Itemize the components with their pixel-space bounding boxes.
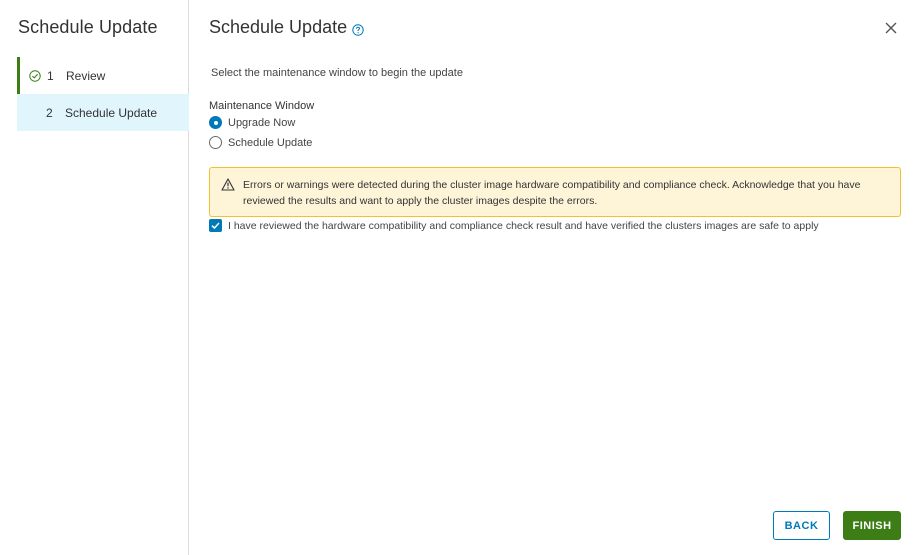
step-label: Review [66,68,106,83]
schedule-update-wizard: Schedule Update 1 Review 2 Schedule Upda… [0,0,918,555]
alert-text: Errors or warnings were detected during … [243,179,861,207]
step-label: Schedule Update [65,105,158,120]
step-review[interactable]: 1 Review [17,57,189,94]
acknowledge-checkbox[interactable] [209,219,222,232]
radio-label: Upgrade Now [228,116,296,129]
radio-schedule-update[interactable]: Schedule Update [209,136,312,149]
radio-label: Schedule Update [228,136,313,149]
radio-upgrade-now[interactable]: Upgrade Now [209,116,295,129]
step-number: 1 [47,68,54,83]
instruction-text: Select the maintenance window to begin t… [211,67,463,79]
finish-button[interactable]: FINISH [843,511,901,540]
warning-alert: Errors or warnings were detected during … [209,167,901,217]
maintenance-window-label: Maintenance Window [209,100,315,112]
check-circle-icon [29,69,41,82]
radio-button[interactable] [209,136,222,149]
sidebar-title: Schedule Update [18,17,158,37]
help-circle-icon[interactable] [352,24,364,36]
page-title-row: Schedule Update [209,17,364,38]
close-icon[interactable] [884,21,898,35]
radio-button-selected[interactable] [209,116,222,129]
acknowledge-label: I have reviewed the hardware compatibili… [228,219,819,232]
page-title: Schedule Update [209,17,348,37]
step-schedule-update[interactable]: 2 Schedule Update [17,94,189,131]
wizard-content: Schedule Update Select the maintenance w… [190,0,918,555]
checkmark-icon [211,222,220,230]
step-number: 2 [46,105,53,120]
wizard-sidebar: Schedule Update 1 Review 2 Schedule Upda… [0,0,189,555]
back-button[interactable]: BACK [773,511,830,540]
acknowledge-row[interactable]: I have reviewed the hardware compatibili… [209,219,819,232]
warning-triangle-icon [221,178,235,191]
wizard-steps: 1 Review 2 Schedule Update [17,57,189,131]
